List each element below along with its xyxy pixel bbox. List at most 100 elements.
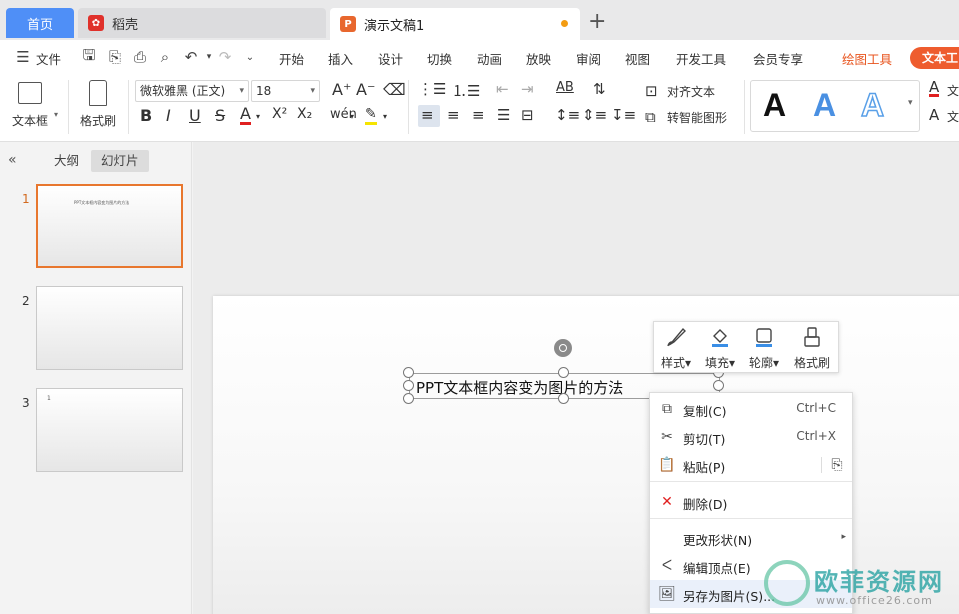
increase-indent-icon[interactable]: ⇥	[521, 80, 534, 98]
slide-thumbnail-3[interactable]: 1	[36, 388, 183, 472]
slide-thumbnail-1[interactable]: PPT文本框内容变为图片的方法	[36, 184, 183, 268]
text-box-content[interactable]: PPT文本框内容变为图片的方法	[416, 377, 623, 398]
collapse-panel-icon[interactable]: «	[8, 152, 17, 168]
resize-handle[interactable]	[558, 367, 569, 378]
menu-design[interactable]: 设计	[378, 49, 403, 68]
align-right-icon[interactable]: ≡	[472, 106, 485, 124]
chevron-down-icon[interactable]: ▾	[256, 112, 260, 121]
strikethrough-icon[interactable]: S	[215, 106, 225, 125]
add-tab-button[interactable]: +	[588, 10, 606, 34]
format-painter-button[interactable]: 格式刷	[80, 78, 116, 129]
justify-icon[interactable]: ☰	[497, 106, 510, 124]
bullet-list-icon[interactable]: ⋮☰	[418, 80, 446, 98]
distribute-icon[interactable]: ⊟	[521, 106, 534, 124]
tab-home[interactable]: 首页	[6, 8, 74, 38]
resize-handle[interactable]	[558, 393, 569, 404]
format-painter-button[interactable]: 格式刷	[790, 326, 834, 371]
resize-handle[interactable]	[403, 380, 414, 391]
tab-slides[interactable]: 幻灯片	[91, 150, 149, 172]
slide-number: 1	[22, 192, 30, 206]
align-text-button[interactable]: 对齐文本	[667, 83, 715, 100]
smart-shape-icon[interactable]: ⧉	[645, 108, 656, 126]
underline-icon[interactable]: U	[189, 106, 201, 125]
text-spacing-icon[interactable]: AB	[556, 80, 574, 95]
tab-outline[interactable]: 大纲	[44, 150, 89, 172]
textbox-dropdown-icon[interactable]: ▾	[54, 110, 58, 119]
menu-item-paste[interactable]: 📋 粘贴(P) ⎘	[650, 451, 852, 479]
wordart-more-icon[interactable]: ▾	[908, 98, 913, 108]
wordart-style-blue[interactable]: A	[813, 87, 836, 124]
save-icon[interactable]: 🖫	[80, 46, 98, 66]
picture-icon: 🖼	[658, 586, 676, 602]
print-icon[interactable]: ⎙	[131, 48, 149, 66]
text-fill-icon[interactable]: A	[929, 80, 940, 97]
resize-handle[interactable]	[713, 380, 724, 391]
subscript-icon[interactable]: X₂	[297, 106, 312, 122]
italic-icon[interactable]: I	[166, 106, 171, 125]
tab-document[interactable]: P 演示文稿1	[330, 8, 580, 40]
export-icon[interactable]: ⎘	[106, 48, 124, 66]
menu-slideshow[interactable]: 放映	[526, 49, 551, 68]
paragraph-spacing-icon[interactable]: ⇕≡	[582, 106, 607, 124]
bold-icon[interactable]: B	[140, 106, 152, 125]
smart-shape-button[interactable]: 转智能图形	[667, 109, 727, 126]
superscript-icon[interactable]: X²	[272, 106, 287, 122]
font-size-select[interactable]: 18 ▾	[251, 80, 320, 102]
menu-item-cut[interactable]: ✂ 剪切(T) Ctrl+X	[650, 423, 852, 451]
align-text-icon[interactable]: ⊡	[645, 82, 658, 100]
chevron-down-icon[interactable]: ▾	[383, 112, 387, 121]
menu-view[interactable]: 视图	[625, 49, 650, 68]
font-color-icon[interactable]: A	[240, 106, 251, 125]
quick-access-more-icon[interactable]: ⌄	[241, 48, 259, 66]
floating-toolbar: 样式▾ 填充▾ 轮廓▾ 格式刷	[653, 321, 839, 373]
text-outline-label[interactable]: 文	[947, 108, 959, 125]
textbox-icon	[18, 82, 42, 104]
rotate-handle-icon[interactable]	[554, 339, 572, 357]
menu-insert[interactable]: 插入	[328, 49, 353, 68]
sort-icon[interactable]: ⇅	[593, 80, 606, 98]
outline-button[interactable]: 轮廓▾	[742, 326, 786, 371]
menu-item-change-shape[interactable]: 更改形状(N) ▸	[650, 524, 852, 552]
decrease-indent-icon[interactable]: ⇤	[496, 80, 509, 98]
chevron-down-icon[interactable]: ▾	[350, 112, 354, 121]
slide-thumbnail-2[interactable]	[36, 286, 183, 370]
menu-start[interactable]: 开始	[279, 49, 304, 68]
decrease-font-icon[interactable]: A⁻	[356, 80, 375, 99]
style-button[interactable]: 样式▾	[654, 326, 698, 371]
text-direction-icon[interactable]: ↧≡	[611, 106, 636, 124]
line-spacing-icon[interactable]: ↕≡	[555, 106, 580, 124]
font-name-select[interactable]: 微软雅黑 (正文) ▾	[135, 80, 249, 102]
menu-member[interactable]: 会员专享	[753, 49, 803, 68]
wordart-style-black[interactable]: A	[763, 87, 786, 124]
hamburger-menu-icon[interactable]: ☰	[14, 48, 32, 66]
wordart-style-outline[interactable]: A	[860, 86, 885, 124]
highlight-icon[interactable]: ✎	[365, 106, 377, 125]
menu-item-copy[interactable]: ⧉ 复制(C) Ctrl+C	[650, 395, 852, 423]
menu-review[interactable]: 审阅	[576, 49, 601, 68]
menu-developer[interactable]: 开发工具	[676, 49, 726, 68]
increase-font-icon[interactable]: A⁺	[332, 80, 351, 99]
textbox-button[interactable]: 文本框	[12, 78, 48, 129]
print-preview-icon[interactable]: ⌕	[156, 48, 174, 66]
separator	[408, 80, 409, 134]
menu-drawing-tools[interactable]: 绘图工具	[842, 49, 892, 68]
align-center-icon[interactable]: ≡	[447, 106, 460, 124]
resize-handle[interactable]	[403, 367, 414, 378]
paste-options-icon[interactable]: ⎘	[828, 456, 846, 474]
menu-file[interactable]: 文件	[36, 49, 61, 68]
resize-handle[interactable]	[403, 393, 414, 404]
menu-transition[interactable]: 切换	[427, 49, 452, 68]
fill-button[interactable]: 填充▾	[698, 326, 742, 371]
menu-animation[interactable]: 动画	[477, 49, 502, 68]
align-left-icon[interactable]: ≡	[421, 106, 434, 124]
undo-icon[interactable]: ↶	[182, 48, 200, 66]
menu-text-tools[interactable]: 文本工	[910, 47, 959, 69]
text-fill-label[interactable]: 文	[947, 82, 959, 99]
redo-icon[interactable]: ↷	[216, 48, 234, 66]
tab-daoke[interactable]: ✿ 稻壳	[78, 8, 326, 38]
paste-label: 粘贴(P)	[683, 460, 726, 475]
numbered-list-icon[interactable]: ⒈☰	[452, 80, 480, 101]
menu-item-delete[interactable]: ✕ 删除(D)	[650, 488, 852, 516]
text-outline-icon[interactable]: A	[929, 106, 939, 124]
clear-format-icon[interactable]: ⌫	[383, 80, 406, 99]
